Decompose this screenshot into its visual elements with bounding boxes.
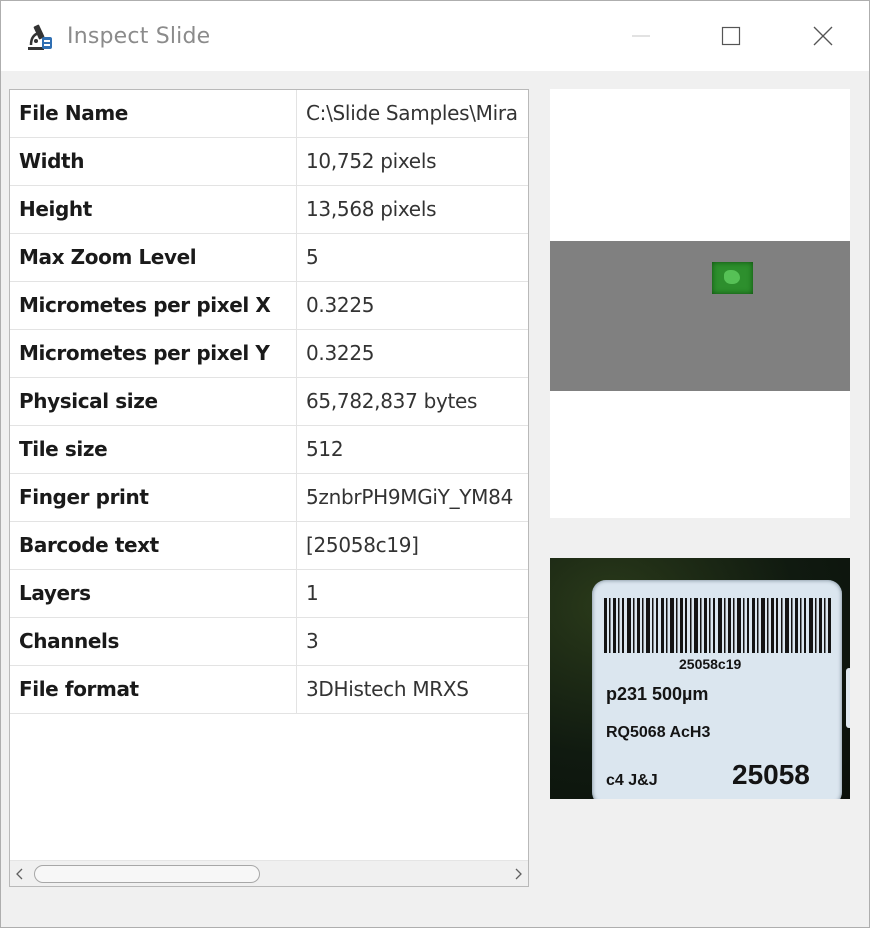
property-name: Width	[10, 138, 297, 185]
property-name: Micrometes per pixel X	[10, 282, 297, 329]
minimize-button[interactable]	[611, 11, 671, 61]
table-row[interactable]: File Name C:\Slide Samples\Mira	[10, 90, 528, 138]
window-title: Inspect Slide	[67, 24, 211, 49]
property-name: Physical size	[10, 378, 297, 425]
property-name: Tile size	[10, 426, 297, 473]
property-value[interactable]: 65,782,837 bytes	[297, 378, 528, 425]
table-row[interactable]: Tile size 512	[10, 426, 528, 474]
barcode-graphic	[604, 598, 831, 653]
close-icon	[813, 26, 833, 46]
inspect-slide-window: Inspect Slide File Name C:\Slide Samples…	[0, 0, 870, 928]
property-value[interactable]: 512	[297, 426, 528, 473]
microscope-icon	[25, 23, 55, 53]
table-row[interactable]: Height 13,568 pixels	[10, 186, 528, 234]
maximize-icon	[721, 26, 741, 46]
property-value[interactable]: 3	[297, 618, 528, 665]
minimize-icon	[632, 35, 650, 37]
scrollbar-thumb[interactable]	[34, 865, 260, 883]
table-row[interactable]: File format 3DHistech MRXS	[10, 666, 528, 714]
property-name: Max Zoom Level	[10, 234, 297, 281]
label-line-3-right: 25058	[732, 759, 810, 790]
label-edge	[846, 668, 850, 728]
property-name: Layers	[10, 570, 297, 617]
table-row[interactable]: Finger print 5znbrPH9MGiY_YM84	[10, 474, 528, 522]
property-name: Channels	[10, 618, 297, 665]
chevron-left-icon	[16, 868, 23, 880]
scroll-right-button[interactable]	[510, 865, 526, 883]
table-row[interactable]: Width 10,752 pixels	[10, 138, 528, 186]
table-row[interactable]: Max Zoom Level 5	[10, 234, 528, 282]
property-value[interactable]: [25058c19]	[297, 522, 528, 569]
property-value[interactable]: 13,568 pixels	[297, 186, 528, 233]
maximize-button[interactable]	[701, 11, 761, 61]
thumbnail-scan-area	[550, 241, 850, 391]
property-name: File format	[10, 666, 297, 713]
slide-label-image: 25058c19 p231 500µm RQ5068 AcH3 c4 J&J 2…	[550, 558, 850, 799]
property-value[interactable]: 1	[297, 570, 528, 617]
slide-thumbnail	[550, 89, 850, 518]
label-line-3-left: c4 J&J	[606, 772, 658, 789]
title-bar[interactable]: Inspect Slide	[1, 1, 869, 71]
label-barcode-text: 25058c19	[679, 656, 742, 672]
property-value[interactable]: 5	[297, 234, 528, 281]
close-button[interactable]	[793, 11, 853, 61]
property-value[interactable]: 3DHistech MRXS	[297, 666, 528, 713]
table-row[interactable]: Barcode text [25058c19]	[10, 522, 528, 570]
property-value[interactable]: 10,752 pixels	[297, 138, 528, 185]
property-value[interactable]: 5znbrPH9MGiY_YM84	[297, 474, 528, 521]
property-name: Barcode text	[10, 522, 297, 569]
table-row[interactable]: Layers 1	[10, 570, 528, 618]
scroll-left-button[interactable]	[12, 865, 28, 883]
properties-table[interactable]: File Name C:\Slide Samples\Mira Width 10…	[9, 89, 529, 887]
property-value[interactable]: 0.3225	[297, 330, 528, 377]
table-row[interactable]: Micrometes per pixel X 0.3225	[10, 282, 528, 330]
label-line-1: p231 500µm	[606, 684, 709, 704]
property-name: Finger print	[10, 474, 297, 521]
property-name: Micrometes per pixel Y	[10, 330, 297, 377]
table-row[interactable]: Channels 3	[10, 618, 528, 666]
tissue-sample	[712, 262, 753, 294]
property-value[interactable]: 0.3225	[297, 282, 528, 329]
chevron-right-icon	[515, 868, 522, 880]
table-row[interactable]: Physical size 65,782,837 bytes	[10, 378, 528, 426]
property-value[interactable]: C:\Slide Samples\Mira	[297, 90, 528, 137]
table-row[interactable]: Micrometes per pixel Y 0.3225	[10, 330, 528, 378]
horizontal-scrollbar[interactable]	[10, 860, 528, 886]
property-name: File Name	[10, 90, 297, 137]
label-line-2: RQ5068 AcH3	[606, 724, 711, 741]
property-name: Height	[10, 186, 297, 233]
